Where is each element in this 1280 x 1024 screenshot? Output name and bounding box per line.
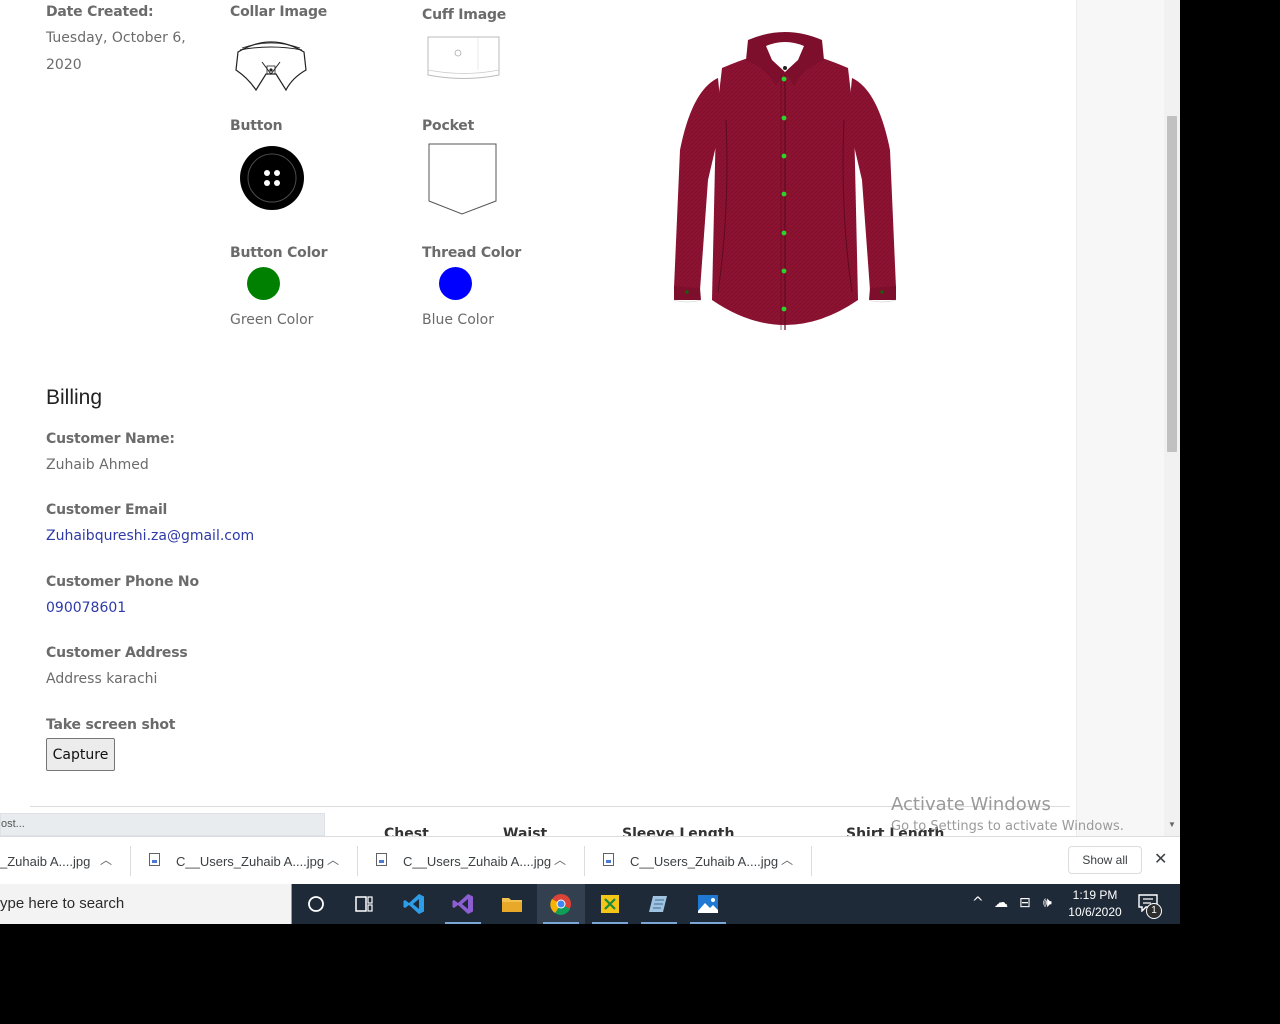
button-label: Button bbox=[230, 118, 283, 134]
chevron-up-icon[interactable]: ︿ bbox=[554, 851, 566, 868]
sidebar-stub[interactable]: ost... bbox=[0, 813, 325, 836]
taskbar-clock[interactable]: 1:19 PM 10/6/2020 bbox=[1066, 887, 1124, 921]
network-icon[interactable]: ⊟ bbox=[1019, 895, 1031, 911]
cortana-icon[interactable] bbox=[292, 884, 340, 924]
column-header-chest: Chest bbox=[384, 826, 429, 836]
scrollbar-thumb[interactable] bbox=[1167, 116, 1177, 452]
thread-color-swatch bbox=[439, 267, 472, 300]
clock-time: 1:19 PM bbox=[1072, 888, 1118, 902]
scroll-down-arrow-icon[interactable]: ▼ bbox=[1167, 820, 1177, 830]
divider bbox=[811, 846, 812, 876]
collar-image bbox=[235, 41, 307, 92]
vertical-scrollbar[interactable]: ▼ bbox=[1164, 0, 1180, 836]
download-item[interactable]: _Zuhaib A....jpg ︿ bbox=[0, 837, 128, 884]
page-viewport: Date Created: Tuesday, October 6, 2020 C… bbox=[0, 0, 1164, 836]
download-item[interactable]: C__Users_Zuhaib A....jpg ︿ bbox=[585, 837, 811, 884]
download-filename: C__Users_Zuhaib A....jpg bbox=[630, 854, 779, 869]
download-filename: _Zuhaib A....jpg bbox=[0, 854, 91, 869]
date-created-line1: Tuesday, October 6, bbox=[46, 30, 186, 46]
column-header-waist: Waist bbox=[503, 826, 548, 836]
button-color-name: Green Color bbox=[230, 312, 314, 328]
customer-name: Zuhaib Ahmed bbox=[46, 457, 149, 473]
thread-color-label: Thread Color bbox=[422, 245, 522, 261]
cuff-image-label: Cuff Image bbox=[422, 7, 507, 23]
customer-phone-link[interactable]: 090078601 bbox=[46, 595, 126, 622]
image-file-icon bbox=[603, 853, 614, 866]
file-explorer-icon[interactable] bbox=[488, 884, 536, 924]
download-item[interactable]: C__Users_Zuhaib A....jpg ︿ bbox=[131, 837, 357, 884]
screen: Date Created: Tuesday, October 6, 2020 C… bbox=[0, 0, 1180, 924]
customer-address: Address karachi bbox=[46, 671, 158, 687]
button-image bbox=[240, 146, 304, 210]
customer-email-link[interactable]: Zuhaibqureshi.za@gmail.com bbox=[46, 523, 254, 550]
image-file-icon bbox=[376, 853, 387, 866]
shirt-preview bbox=[673, 32, 897, 330]
taskbar: ype here to search ^ ☁ ⊟ 🕪 1:19 PM 10/6/… bbox=[0, 884, 1180, 924]
notification-count-badge: 1 bbox=[1146, 903, 1162, 919]
onedrive-cloud-icon[interactable]: ☁ bbox=[994, 895, 1008, 911]
capture-button[interactable]: Capture bbox=[46, 738, 115, 771]
vscode-icon[interactable] bbox=[390, 884, 438, 924]
activate-windows-subtitle: Go to Settings to activate Windows. bbox=[891, 819, 1124, 834]
chevron-up-icon[interactable]: ^ bbox=[972, 895, 984, 911]
customer-email-label: Customer Email bbox=[46, 502, 168, 518]
volume-icon[interactable]: 🕪 bbox=[1043, 895, 1052, 911]
pocket-image bbox=[428, 143, 497, 215]
activate-windows-title: Activate Windows bbox=[891, 794, 1051, 815]
customer-name-label: Customer Name: bbox=[46, 431, 175, 447]
image-file-icon bbox=[149, 853, 160, 866]
chrome-icon[interactable] bbox=[537, 884, 585, 924]
visual-studio-icon[interactable] bbox=[439, 884, 487, 924]
notepad-icon[interactable] bbox=[635, 884, 683, 924]
right-gutter bbox=[1076, 0, 1164, 836]
pocket-label: Pocket bbox=[422, 118, 475, 134]
date-created-label: Date Created: bbox=[46, 4, 154, 20]
button-color-swatch bbox=[247, 267, 280, 300]
downloads-bar: _Zuhaib A....jpg ︿ C__Users_Zuhaib A....… bbox=[0, 836, 1180, 884]
snipping-tool-icon[interactable] bbox=[586, 884, 634, 924]
column-header-sleeve-length: Sleeve Length bbox=[622, 826, 735, 836]
task-view-icon[interactable] bbox=[340, 884, 388, 924]
thread-color-name: Blue Color bbox=[422, 312, 494, 328]
customer-phone-label: Customer Phone No bbox=[46, 574, 199, 590]
chevron-up-icon[interactable]: ︿ bbox=[327, 851, 339, 868]
button-color-label: Button Color bbox=[230, 245, 328, 261]
download-filename: C__Users_Zuhaib A....jpg bbox=[176, 854, 325, 869]
chevron-up-icon[interactable]: ︿ bbox=[100, 851, 112, 868]
photos-icon[interactable] bbox=[684, 884, 732, 924]
clock-date: 10/6/2020 bbox=[1068, 905, 1122, 919]
close-icon[interactable]: ✕ bbox=[1154, 849, 1167, 868]
chevron-up-icon[interactable]: ︿ bbox=[781, 851, 793, 868]
billing-heading: Billing bbox=[46, 386, 103, 409]
customer-address-label: Customer Address bbox=[46, 645, 188, 661]
take-screenshot-label: Take screen shot bbox=[46, 717, 176, 733]
date-created-line2: 2020 bbox=[46, 57, 82, 73]
collar-image-label: Collar Image bbox=[230, 4, 328, 20]
show-all-button[interactable]: Show all bbox=[1068, 846, 1142, 874]
taskbar-search-input[interactable]: ype here to search bbox=[0, 884, 292, 924]
download-item[interactable]: C__Users_Zuhaib A....jpg ︿ bbox=[358, 837, 584, 884]
cuff-image bbox=[427, 36, 500, 79]
download-filename: C__Users_Zuhaib A....jpg bbox=[403, 854, 552, 869]
